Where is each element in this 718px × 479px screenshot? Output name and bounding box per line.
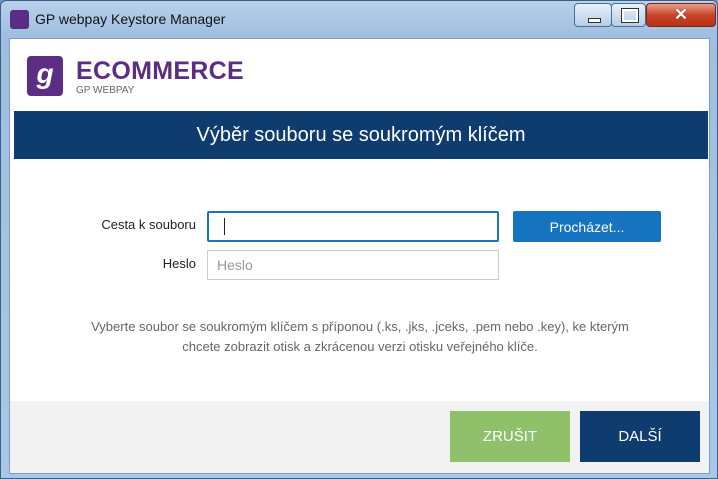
maximize-button[interactable] — [611, 3, 646, 27]
close-button[interactable]: ✕ — [646, 3, 716, 27]
brand-subtitle: GP WEBPAY — [76, 85, 135, 96]
close-icon: ✕ — [673, 5, 689, 24]
hint-line-2: chcete zobrazit otisk a zkrácenou verzi … — [182, 339, 538, 354]
minimize-icon — [588, 18, 601, 23]
logo-letter: g — [36, 58, 54, 89]
password-label: Heslo — [162, 256, 196, 271]
path-input[interactable] — [207, 211, 499, 242]
path-label: Cesta k souboru — [101, 217, 196, 232]
dialog-footer: ZRUŠIT DALŠÍ — [10, 401, 709, 473]
minimize-button[interactable] — [574, 3, 612, 27]
cancel-button[interactable]: ZRUŠIT — [450, 411, 570, 462]
hint-text: Vyberte soubor se soukromým klíčem s pří… — [50, 317, 670, 357]
brand-name: ECOMMERCE — [76, 57, 244, 85]
title-bar[interactable]: GP webpay Keystore Manager ✕ — [1, 1, 717, 37]
window-title: GP webpay Keystore Manager — [35, 11, 226, 27]
hint-line-1: Vyberte soubor se soukromým klíčem s pří… — [91, 319, 629, 334]
gp-webpay-icon — [10, 10, 29, 29]
password-input[interactable]: Heslo — [207, 250, 499, 280]
next-button[interactable]: DALŠÍ — [580, 411, 700, 462]
ecommerce-logo-icon: g — [27, 56, 63, 96]
text-caret — [224, 218, 225, 235]
dialog-content: g ECOMMERCE GP WEBPAY Výběr souboru se s… — [9, 38, 710, 474]
page-title: Výběr souboru se soukromým klíčem — [14, 111, 708, 159]
app-window: GP webpay Keystore Manager ✕ g ECOMMERCE… — [0, 0, 718, 479]
browse-button[interactable]: Procházet... — [513, 211, 661, 242]
maximize-icon — [621, 8, 639, 23]
